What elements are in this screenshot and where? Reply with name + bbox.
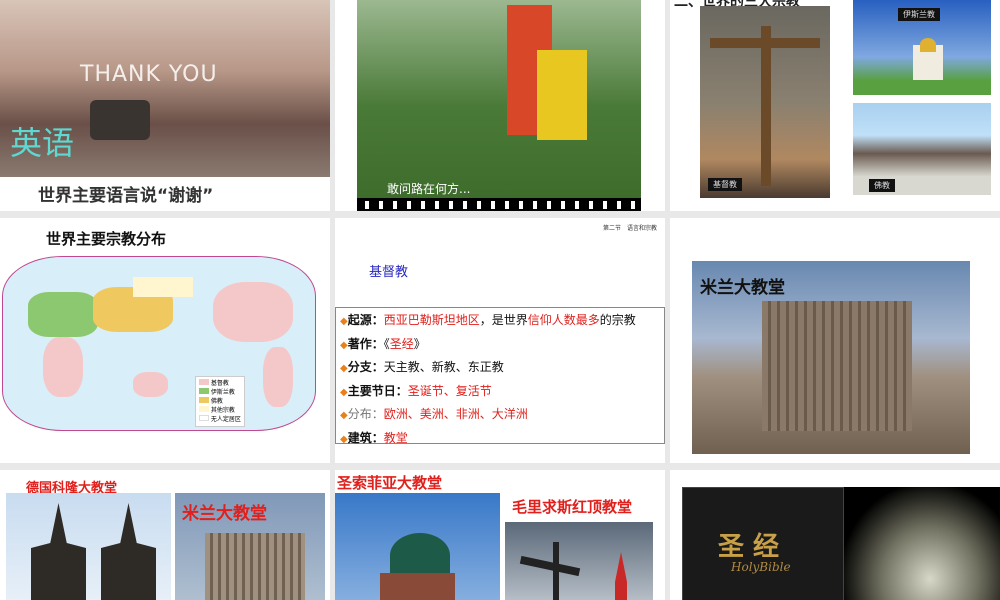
world-religion-map [2, 256, 316, 431]
slide-thumbnail-7[interactable]: 德国科隆大教堂 米兰大教堂 [0, 470, 330, 600]
slide-title: 基督教 [369, 265, 409, 280]
slide-title: 世界主要宗教分布 [46, 230, 167, 248]
bible-title: 圣 经 [718, 532, 780, 562]
milan-cathedral-photo: 米兰大教堂 [175, 493, 325, 600]
info-row: ◆建筑：教堂 [336, 427, 664, 451]
christianity-info-box: ◆起源：西亚巴勒斯坦地区，是世界信仰人数最多的宗教 ◆著作：《圣经》 ◆分支：天主教… [335, 307, 665, 445]
info-value: 天主教、新教、东正教 [383, 360, 504, 374]
buddhism-image: 佛教 [853, 103, 991, 195]
diamond-bullet-icon: ◆ [340, 410, 348, 421]
slide-caption: 敢问路在何方... [387, 182, 471, 196]
diamond-bullet-icon: ◆ [340, 386, 348, 398]
info-value: 信仰人数最多 [527, 313, 600, 327]
cologne-cathedral-photo [6, 493, 171, 600]
legend-item: 佛教 [199, 397, 241, 406]
slide-thumbnail-9[interactable]: 圣 经 HolyBible [670, 470, 1000, 600]
bible-subtitle: HolyBible [731, 560, 791, 574]
info-key: 主要节日： [347, 383, 408, 398]
christianity-image: 基督教 [700, 6, 830, 198]
map-legend: 基督教 伊斯兰教 佛教 其他宗教 无人定居区 [195, 376, 245, 427]
diamond-bullet-icon: ◆ [340, 433, 348, 445]
diamond-bullet-icon: ◆ [340, 339, 348, 351]
slide-header: 第二节 语言和宗教 [602, 225, 657, 232]
legend-item: 基督教 [199, 379, 241, 388]
label-islam: 伊斯兰教 [898, 8, 940, 21]
slide-thumbnail-1[interactable]: THANK YOU 英语 世界主要语言说“谢谢” [0, 0, 330, 211]
info-row: ◆主要节日：圣诞节、复活节 [336, 380, 664, 404]
slide-thumbnail-6[interactable]: 米兰大教堂 [670, 218, 1000, 463]
slide-caption: 米兰大教堂 [182, 504, 267, 524]
info-row: ◆起源：西亚巴勒斯坦地区，是世界信仰人数最多的宗教 [336, 309, 664, 333]
thank-you-text: THANK YOU [80, 62, 218, 87]
info-row: ◆分支：天主教、新教、东正教 [336, 356, 664, 380]
info-value: 》 [413, 336, 426, 351]
legend-item: 其他宗教 [199, 406, 241, 415]
label-christianity: 基督教 [708, 178, 742, 191]
info-key: 起源： [347, 313, 384, 327]
slide-caption: 毛里求斯红顶教堂 [512, 498, 633, 516]
london-street-photo: THANK YOU 英语 [0, 0, 330, 177]
info-key: 著作： [347, 336, 384, 351]
info-row: ◆著作：《圣经》 [336, 333, 664, 357]
slide-thumbnail-8[interactable]: 圣索菲亚大教堂 毛里求斯红顶教堂 [335, 470, 665, 600]
info-value: 欧洲、美洲、非洲、大洋洲 [383, 407, 528, 421]
info-value: 的宗教 [599, 313, 636, 327]
legend-item: 无人定居区 [199, 415, 241, 424]
film-strip [357, 198, 641, 211]
bible-cover-image: 圣 经 HolyBible [682, 487, 844, 600]
slide-big-caption: 英语 [10, 124, 75, 162]
slide-caption: 米兰大教堂 [700, 278, 785, 298]
slide-thumbnail-2[interactable]: 敢问路在何方... [335, 0, 665, 211]
slide-caption: 圣索菲亚大教堂 [337, 474, 443, 492]
red-roof-church-photo [505, 522, 653, 600]
info-value: ，是世界 [479, 313, 528, 327]
journey-west-photo: 敢问路在何方... [357, 0, 641, 211]
slide-thumbnail-5[interactable]: 第二节 语言和宗教 基督教 ◆起源：西亚巴勒斯坦地区，是世界信仰人数最多的宗教 ◆… [335, 218, 665, 463]
slide-caption: 世界主要语言说“谢谢” [38, 186, 214, 206]
slide-thumbnail-4[interactable]: 世界主要宗教分布 基督教 伊斯兰教 佛教 其他宗教 无人定居区 [0, 218, 330, 463]
light-image [844, 487, 1000, 600]
info-value: 圣经 [389, 336, 414, 351]
diamond-bullet-icon: ◆ [340, 363, 348, 374]
legend-item: 伊斯兰教 [199, 388, 241, 397]
islam-image: 伊斯兰教 [853, 0, 991, 95]
info-row: ◆分布：欧洲、美洲、非洲、大洋洲 [336, 403, 664, 427]
slide-thumbnail-3[interactable]: 二、世界的三大宗教 基督教 伊斯兰教 佛教 [670, 0, 1000, 211]
info-value: 教堂 [383, 430, 408, 445]
info-key: 分布： [347, 407, 384, 421]
milan-cathedral-photo: 米兰大教堂 [692, 261, 970, 454]
label-buddhism: 佛教 [869, 179, 895, 192]
info-key: 建筑： [347, 430, 384, 445]
info-key: 分支： [347, 360, 384, 374]
info-value: 圣诞节、复活节 [407, 383, 492, 398]
st-sophia-cathedral-photo [335, 493, 500, 600]
info-value: 西亚巴勒斯坦地区 [383, 313, 480, 327]
diamond-bullet-icon: ◆ [340, 316, 348, 327]
